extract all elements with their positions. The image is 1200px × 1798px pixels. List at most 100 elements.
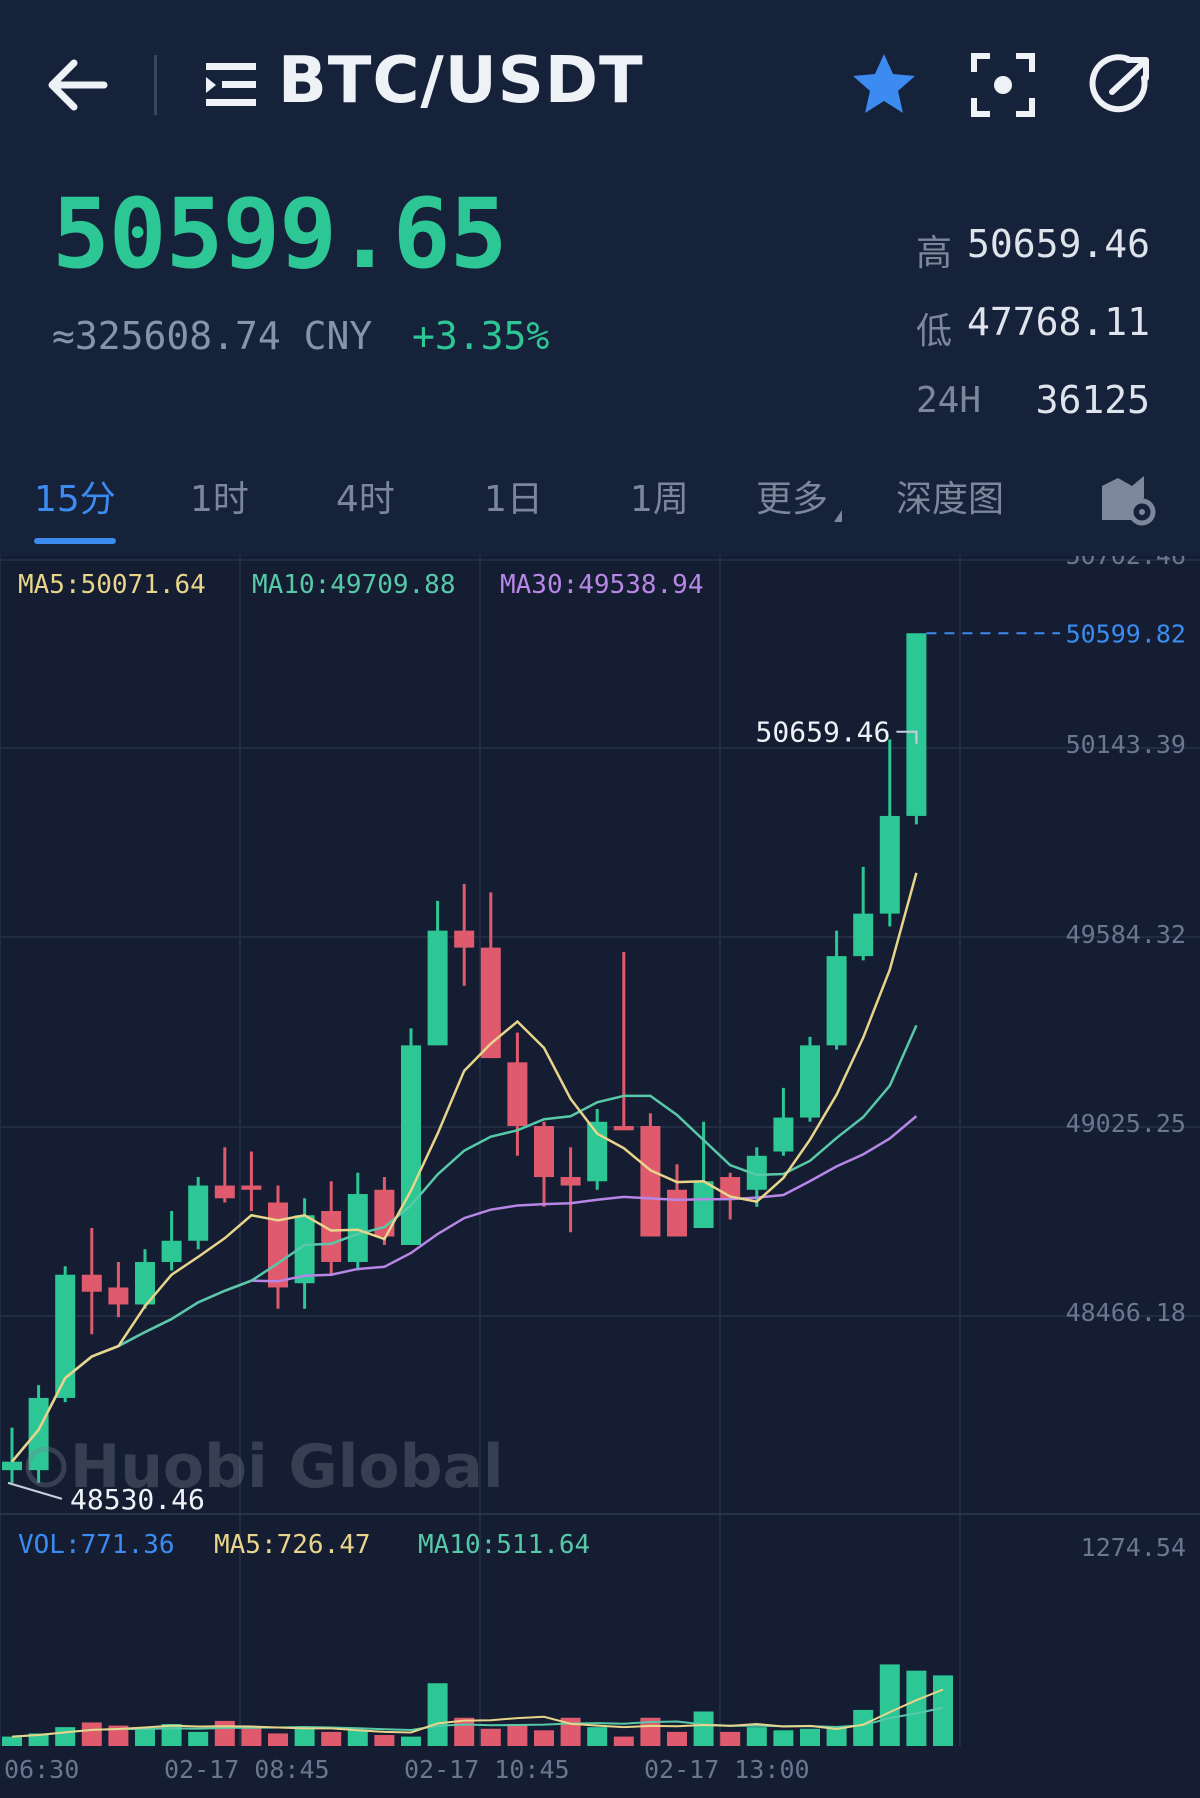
interval-tabs: 15分 1时 4时 1日 1周 更多 深度图 (0, 470, 1200, 550)
price-change: +3.35% (412, 314, 550, 358)
price-tick-label: 50702.46 (1066, 556, 1186, 570)
candle-body (347, 1194, 368, 1262)
candle-body (81, 1274, 102, 1292)
tab-15m[interactable]: 15分 (34, 470, 116, 522)
volume-bar (321, 1731, 342, 1746)
chart-settings-icon[interactable] (1098, 468, 1158, 528)
ma10-indicator: MA10:49709.88 (252, 570, 456, 600)
vol-ma5-indicator: MA5:726.47 (214, 1530, 371, 1560)
volume-max-label: 1274.54 (1081, 1533, 1186, 1562)
volume-bar (294, 1728, 315, 1746)
candle-body (640, 1126, 661, 1237)
volume-bar (268, 1733, 288, 1746)
candle-body (853, 913, 874, 957)
candle-body (534, 1126, 554, 1178)
watermark: Huobi Global (70, 1432, 504, 1502)
volume-bar (401, 1736, 421, 1746)
ma30-indicator: MA30:49538.94 (500, 570, 704, 600)
volume-bar (746, 1727, 767, 1746)
volume-bar (587, 1727, 608, 1746)
time-axis-label: 02-17 10:45 (404, 1755, 570, 1784)
tab-more[interactable]: 更多 (756, 470, 843, 522)
divider (154, 55, 157, 115)
tab-1d[interactable]: 1日 (484, 470, 543, 522)
volume-bar (667, 1731, 687, 1746)
max-price-label: 50659.46 (756, 716, 891, 749)
candle-body (2, 1461, 22, 1471)
volume-bar (135, 1728, 155, 1746)
active-tab-indicator (34, 538, 116, 544)
tab-1h[interactable]: 1时 (190, 470, 249, 522)
huobi-logo-icon (25, 1446, 67, 1488)
candle-body (800, 1045, 820, 1118)
volume-bar (933, 1675, 953, 1746)
ma5-indicator: MA5:50071.64 (18, 570, 206, 600)
candle-body (188, 1185, 209, 1241)
top-bar: BTC/USDT (0, 0, 1200, 170)
candle-body (613, 1126, 634, 1131)
candle-body (879, 815, 900, 914)
high-value: 50659.46 (966, 222, 1150, 266)
ma10-line (11, 1024, 918, 1463)
volume-bar (374, 1735, 395, 1746)
candle-body (826, 956, 847, 1046)
cny-price: ≈325608.74 CNY (52, 314, 373, 358)
time-axis-label: 06:30 (4, 1755, 79, 1784)
candle-body (268, 1202, 288, 1288)
volume-bar (853, 1709, 874, 1746)
volume-bar (534, 1730, 554, 1746)
kline-chart[interactable]: 50702.46 50143.39 49584.32 49025.25 48466.18… (0, 556, 1200, 1798)
candle-body (480, 947, 501, 1059)
low-value: 47768.11 (966, 300, 1150, 344)
share-icon[interactable] (1084, 48, 1156, 120)
back-arrow-icon[interactable] (40, 45, 120, 125)
vol-ma10-indicator: MA10:511.64 (418, 1530, 591, 1560)
volume-bar (879, 1664, 900, 1746)
time-axis-label: 02-17 08:45 (164, 1755, 330, 1784)
pair-title[interactable]: BTC/USDT (278, 44, 644, 118)
volume-bar (55, 1727, 76, 1746)
candle-body (560, 1177, 581, 1186)
candle-body (241, 1185, 262, 1190)
volume-bar (81, 1722, 102, 1746)
menu-list-icon[interactable] (202, 55, 262, 115)
candle-body (401, 1045, 421, 1245)
volume-bar (507, 1724, 528, 1746)
current-price-label: 50599.82 (1066, 619, 1186, 648)
volume-bar (480, 1728, 501, 1746)
candle-body (773, 1117, 794, 1152)
tab-depth[interactable]: 深度图 (896, 470, 1004, 522)
volume-bar (720, 1731, 741, 1746)
star-icon[interactable] (848, 48, 920, 120)
candle-body (906, 633, 927, 816)
vol-indicator: VOL:771.36 (18, 1530, 175, 1560)
candle-body (507, 1062, 528, 1127)
candle-body (108, 1287, 129, 1305)
dropdown-triangle-icon (834, 510, 843, 522)
volume-bar (613, 1736, 634, 1746)
volume-bar (693, 1711, 714, 1746)
time-axis-label: 02-17 13:00 (644, 1755, 810, 1784)
candle-body (667, 1189, 687, 1237)
volume-bar (241, 1727, 262, 1746)
candle-body (427, 930, 448, 1046)
volume-bar (188, 1731, 209, 1746)
candle-body (321, 1211, 342, 1262)
candle-body (161, 1240, 182, 1262)
screenshot-icon[interactable] (968, 50, 1038, 120)
tab-4h[interactable]: 4时 (336, 470, 395, 522)
price-tick-label: 49584.32 (1066, 920, 1186, 949)
last-price: 50599.65 (52, 178, 507, 290)
price-tick-label: 48466.18 (1066, 1298, 1186, 1327)
high-label: 高 (916, 233, 953, 274)
candle-body (454, 930, 475, 948)
volume-bar (347, 1730, 368, 1746)
tab-1w[interactable]: 1周 (630, 470, 689, 522)
candle-body (214, 1185, 235, 1199)
volume-bar (906, 1670, 927, 1746)
low-label: 低 (916, 311, 953, 352)
price-tick-label: 50143.39 (1066, 730, 1186, 759)
candle-body (693, 1181, 714, 1229)
volume-24h-label: 24H (916, 380, 982, 421)
candlestick-chart[interactable]: 50702.46 50143.39 49584.32 49025.25 48466.18… (0, 556, 1200, 1798)
